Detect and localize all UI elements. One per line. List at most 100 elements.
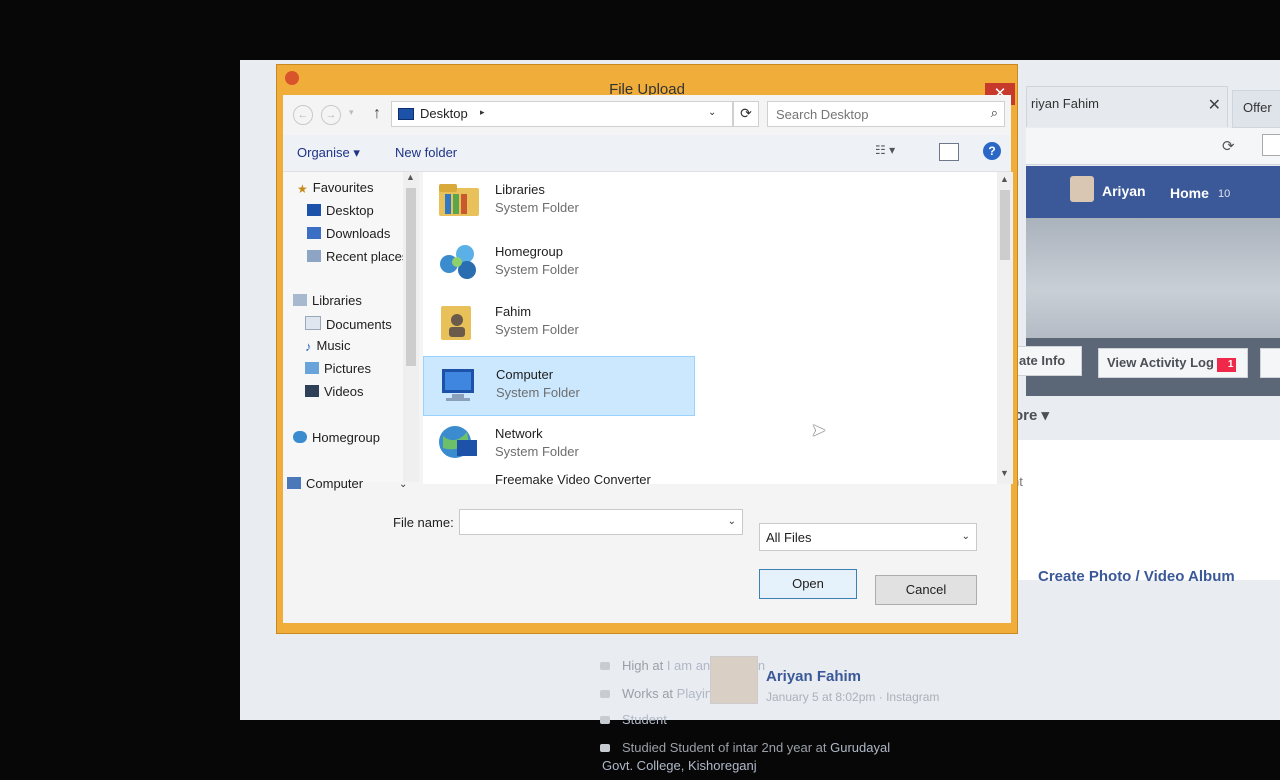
nav-downloads[interactable]: Downloads [307, 226, 390, 241]
item-type: System Folder [495, 262, 579, 277]
new-folder-button[interactable]: New folder [395, 145, 457, 160]
browser-tab-profile[interactable]: riyan Fahim ✕ [1026, 86, 1228, 127]
homegroup-icon [293, 431, 307, 443]
intro-item: Studied Student of intar 2nd year at Gur… [600, 740, 890, 755]
nav-label: Videos [324, 384, 364, 399]
post-meta: January 5 at 8:02pm · Instagram [766, 690, 940, 704]
item-type: System Folder [495, 200, 579, 215]
close-tab-icon[interactable]: ✕ [1208, 95, 1221, 115]
intro-bullet-icon [600, 662, 610, 670]
item-type: System Folder [495, 322, 579, 337]
desktop-icon [398, 108, 414, 120]
preview-pane-icon[interactable] [939, 143, 959, 161]
nav-computer[interactable]: Computer [287, 476, 363, 491]
nav-music[interactable]: ♪ Music [305, 338, 350, 354]
activity-badge: 1 [1216, 358, 1237, 372]
nav-desktop[interactable]: Desktop [307, 203, 374, 218]
facebook-top-bar: Ariyan Home 10 [1026, 166, 1280, 218]
pictures-icon [305, 362, 319, 374]
nav-pictures[interactable]: Pictures [305, 361, 371, 376]
view-activity-log-button[interactable]: View Activity Log 1 [1098, 348, 1248, 378]
scroll-down-icon[interactable]: ▼ [1000, 468, 1009, 478]
cover-photo [1026, 218, 1280, 338]
computer-icon [287, 477, 301, 489]
file-type-select[interactable]: All Files ⌄ [759, 523, 977, 551]
search-input[interactable] [768, 102, 978, 126]
file-list: Libraries System Folder Homegroup System… [423, 172, 1013, 484]
star-icon: ★ [297, 182, 308, 196]
list-item[interactable]: Homegroup System Folder [423, 234, 693, 292]
nav-label: Downloads [326, 226, 391, 241]
scrollbar-thumb[interactable] [1000, 190, 1010, 260]
home-link[interactable]: Home [1170, 185, 1209, 201]
user-folder-icon [441, 306, 471, 340]
refresh-button[interactable]: ⟳ [733, 101, 759, 127]
item-name: Computer [496, 367, 554, 382]
list-item[interactable]: Computer System Folder [423, 356, 695, 416]
tab-title: Offer [1243, 100, 1272, 115]
update-info-button[interactable]: ate Info [1014, 346, 1082, 376]
organise-button[interactable]: Organise ▾ [297, 145, 360, 161]
item-name: Network [495, 426, 543, 441]
address-dropdown-icon[interactable]: ⌄ [708, 107, 716, 118]
open-button[interactable]: Open [759, 569, 857, 599]
reload-icon[interactable]: ⟳ [1222, 137, 1235, 155]
file-name-label: File name: [393, 515, 454, 530]
browser-tab-offer[interactable]: Offer [1232, 90, 1280, 128]
expand-computer-icon[interactable]: ⌄ [399, 479, 407, 490]
extension-icon[interactable] [1262, 134, 1280, 156]
list-item[interactable]: Network System Folder [423, 416, 693, 474]
nav-favourites[interactable]: ★ Favourites [297, 180, 373, 196]
create-album-link[interactable]: Create Photo / Video Album [1038, 568, 1235, 585]
cancel-button[interactable]: Cancel [875, 575, 977, 605]
dialog-client: ← → ▾ ↑ Desktop ▸ ⌄ ⟳ ⌕ Organise ▾ New f… [283, 95, 1013, 623]
nav-videos[interactable]: Videos [305, 384, 364, 399]
back-button[interactable]: ← [293, 105, 313, 125]
breadcrumb-arrow-icon[interactable]: ▸ [480, 107, 485, 118]
computer-icon [442, 369, 474, 401]
profile-link[interactable]: Ariyan [1102, 183, 1146, 199]
help-icon[interactable]: ? [983, 142, 1001, 160]
nav-documents[interactable]: Documents [305, 316, 392, 332]
nav-homegroup[interactable]: Homegroup [293, 430, 380, 445]
breadcrumb[interactable]: Desktop [420, 106, 468, 121]
libraries-icon [293, 294, 307, 306]
post-author[interactable]: Ariyan Fahim [766, 668, 861, 685]
file-name-dropdown-icon[interactable]: ⌄ [728, 516, 736, 527]
nav-libraries[interactable]: Libraries [293, 293, 362, 308]
forward-button[interactable]: → [321, 105, 341, 125]
command-bar: Organise ▾ New folder ☷ ▾ ? [283, 135, 1011, 172]
browser-address-bar: ⟳ [1026, 128, 1280, 165]
scroll-up-icon[interactable]: ▲ [1000, 174, 1009, 184]
homegroup-icon [440, 245, 476, 279]
nav-label: Recent places [326, 249, 409, 264]
avatar[interactable] [1070, 176, 1094, 202]
file-name-box[interactable]: ⌄ [459, 509, 743, 535]
up-button[interactable]: ↑ [373, 105, 381, 123]
search-box[interactable]: ⌕ [767, 101, 1005, 127]
list-item[interactable]: Freemake Video Converter [423, 472, 693, 484]
nav-recent-places[interactable]: Recent places [307, 249, 408, 264]
list-item[interactable]: Libraries System Folder [423, 172, 693, 230]
change-view-button[interactable]: ☷ ▾ [875, 143, 915, 161]
scrollbar-thumb[interactable] [406, 188, 416, 366]
intro-link[interactable]: Govt. College, Kishoreganj [602, 758, 757, 773]
timeline-panel [1006, 440, 1280, 580]
list-scrollbar[interactable]: ▲ ▼ [997, 172, 1013, 484]
more-options-button[interactable] [1260, 348, 1280, 378]
file-name-input[interactable] [460, 510, 718, 534]
search-icon[interactable]: ⌕ [991, 105, 998, 121]
recent-locations-icon[interactable]: ▾ [349, 107, 354, 118]
list-item[interactable]: Fahim System Folder [423, 294, 693, 352]
more-tab[interactable]: ore ▾ [1014, 406, 1049, 424]
more-arrow-icon: ▾ [1041, 407, 1050, 424]
home-count: 10 [1218, 188, 1231, 200]
nav-scrollbar[interactable]: ▲ [403, 172, 419, 482]
post-avatar[interactable] [710, 656, 758, 704]
file-type-dropdown-icon[interactable]: ⌄ [962, 531, 970, 542]
scroll-up-icon[interactable]: ▲ [406, 172, 415, 182]
intro-link[interactable]: Gurudayal [830, 740, 890, 755]
item-type: System Folder [495, 444, 579, 459]
address-bar[interactable]: Desktop ▸ ⌄ [391, 101, 733, 127]
nav-label: Homegroup [312, 430, 380, 445]
